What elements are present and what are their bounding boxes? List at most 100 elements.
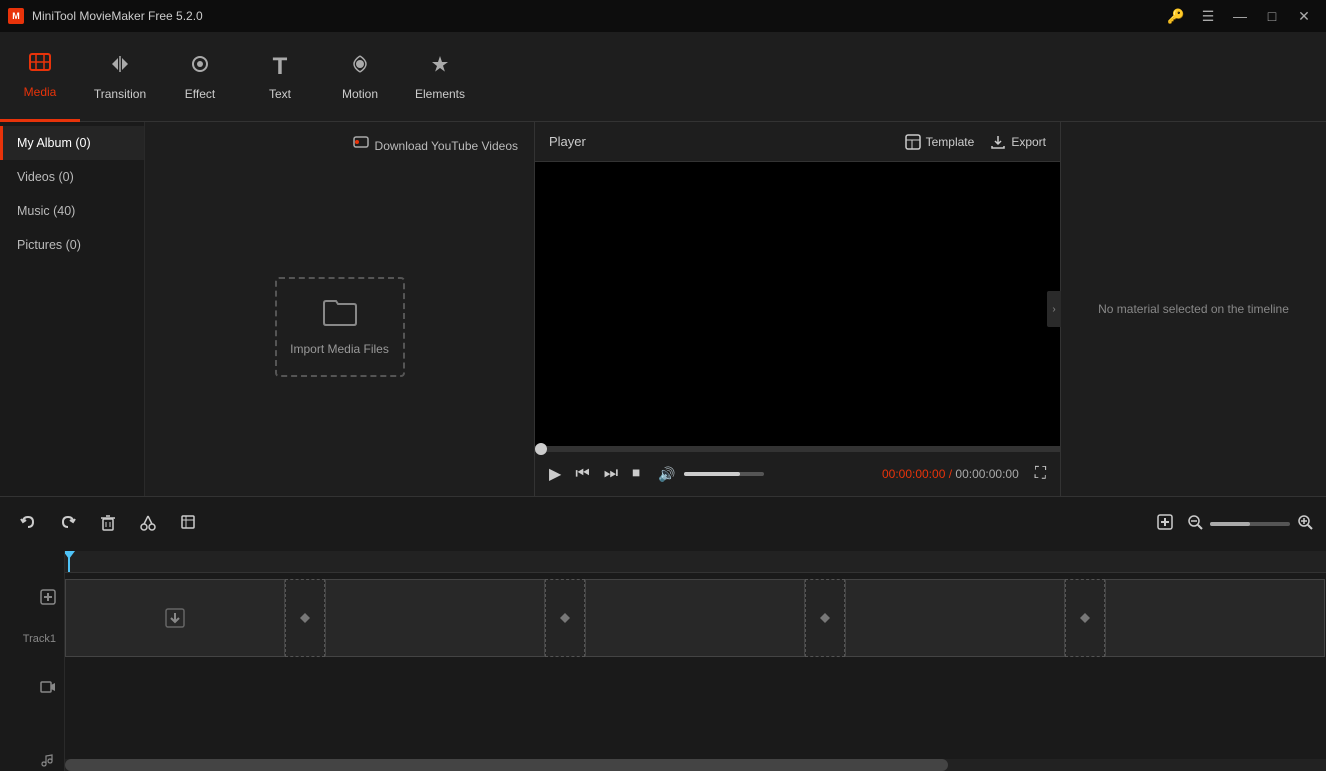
maximize-button[interactable]: □ — [1258, 2, 1286, 30]
app-logo: M — [8, 8, 24, 24]
toolbar-transition-label: Transition — [94, 87, 146, 101]
close-button[interactable]: ✕ — [1290, 2, 1318, 30]
track-video-icon — [40, 679, 56, 698]
text-icon: T — [273, 53, 288, 81]
title-bar-left: M MiniTool MovieMaker Free 5.2.0 — [8, 8, 203, 24]
sidebar: My Album (0) Videos (0) Music (40) Pictu… — [0, 122, 145, 496]
volume-fill — [684, 472, 740, 476]
track-cell-2[interactable] — [325, 579, 545, 657]
media-content: Download YouTube Videos Import Media Fil… — [145, 122, 534, 496]
player-progress[interactable] — [535, 446, 1060, 452]
import-box[interactable]: Import Media Files — [275, 277, 405, 377]
right-panel: › No material selected on the timeline — [1061, 122, 1326, 496]
player-header-right: Template Export — [905, 134, 1046, 150]
main-layout: My Album (0) Videos (0) Music (40) Pictu… — [0, 122, 1326, 496]
volume-area: 🔊 — [654, 462, 763, 487]
player-title: Player — [549, 134, 586, 149]
stop-button[interactable]: ⏹ — [628, 461, 644, 487]
time-display: 00:00:00:00 / 00:00:00:00 — [882, 467, 1019, 481]
track-transition-4[interactable] — [1065, 579, 1105, 657]
zoom-in-button[interactable] — [1296, 513, 1314, 536]
toolbar-media-label: Media — [24, 85, 57, 99]
zoom-controls — [1150, 507, 1314, 542]
transition-icon — [108, 53, 132, 81]
track-cell-5[interactable] — [1105, 579, 1325, 657]
motion-icon — [348, 53, 372, 81]
download-label: Download YouTube Videos — [375, 139, 518, 153]
timeline-scrollbar[interactable] — [65, 759, 1326, 771]
prev-button[interactable]: ⏮ — [571, 461, 593, 487]
minimize-button[interactable]: — — [1226, 2, 1254, 30]
video-viewport — [535, 162, 1060, 446]
playhead-triangle — [65, 551, 75, 559]
zoom-slider[interactable] — [1210, 522, 1290, 526]
sidebar-item-videos[interactable]: Videos (0) — [0, 160, 144, 194]
playhead[interactable] — [68, 551, 70, 572]
export-label: Export — [1011, 135, 1046, 149]
volume-slider[interactable] — [684, 472, 764, 476]
media-icon — [28, 51, 52, 79]
timeline-toolbar — [0, 496, 1326, 551]
toolbar-text-label: Text — [269, 87, 291, 101]
folder-icon — [322, 297, 358, 334]
sidebar-item-pictures[interactable]: Pictures (0) — [0, 228, 144, 262]
timeline-content — [65, 551, 1326, 771]
play-button[interactable]: ▶ — [545, 460, 565, 488]
toolbar-effect-label: Effect — [185, 87, 215, 101]
title-bar: M MiniTool MovieMaker Free 5.2.0 🔑 ☰ — □… — [0, 0, 1326, 32]
track-labels: Track1 — [0, 551, 65, 771]
track-music-icon — [40, 752, 56, 771]
fullscreen-button[interactable]: ⛶ — [1031, 461, 1050, 487]
track-cell-3[interactable] — [585, 579, 805, 657]
download-bar[interactable]: Download YouTube Videos — [153, 130, 526, 161]
toolbar-transition[interactable]: Transition — [80, 32, 160, 122]
zoom-out-button[interactable] — [1186, 513, 1204, 536]
timeline-area: Track1 — [0, 551, 1326, 771]
template-button[interactable]: Template — [905, 134, 975, 150]
toolbar-motion-label: Motion — [342, 87, 378, 101]
toolbar-effect[interactable]: Effect — [160, 32, 240, 122]
track1-label: Track1 — [0, 610, 64, 669]
volume-button[interactable]: 🔊 — [654, 462, 679, 487]
player-panel: Player Template Export ▶ ⏮ ⏭ ⏹ — [535, 122, 1061, 496]
no-material-text: No material selected on the timeline — [1078, 282, 1309, 336]
time-current: 00:00:00:00 — [882, 467, 945, 481]
undo-button[interactable] — [12, 506, 44, 543]
track-cell-1[interactable] — [65, 579, 285, 657]
track-transition-2[interactable] — [545, 579, 585, 657]
scrollbar-thumb[interactable] — [65, 759, 948, 771]
collapse-button[interactable]: › — [1047, 291, 1061, 327]
key-button[interactable]: 🔑 — [1162, 2, 1190, 30]
import-area: Import Media Files — [153, 165, 526, 488]
redo-button[interactable] — [52, 506, 84, 543]
add-clip-button[interactable] — [40, 589, 56, 610]
cut-button[interactable] — [132, 506, 164, 543]
delete-button[interactable] — [92, 506, 124, 543]
title-bar-controls: 🔑 ☰ — □ ✕ — [1162, 2, 1318, 30]
toolbar: Media Transition Effect T Text Motion El… — [0, 32, 1326, 122]
add-track-button[interactable] — [1150, 507, 1180, 542]
left-panel: My Album (0) Videos (0) Music (40) Pictu… — [0, 122, 535, 496]
player-controls: ▶ ⏮ ⏭ ⏹ 🔊 00:00:00:00 / 00:00:00:00 ⛶ — [535, 452, 1060, 496]
download-icon — [353, 136, 369, 155]
player-header: Player Template Export — [535, 122, 1060, 162]
track-cell-4[interactable] — [845, 579, 1065, 657]
elements-icon — [428, 53, 452, 81]
crop-button[interactable] — [172, 506, 204, 543]
sidebar-item-my-album[interactable]: My Album (0) — [0, 126, 144, 160]
import-label: Import Media Files — [290, 342, 389, 356]
track-transition-3[interactable] — [805, 579, 845, 657]
toolbar-media[interactable]: Media — [0, 32, 80, 122]
sidebar-item-music[interactable]: Music (40) — [0, 194, 144, 228]
toolbar-motion[interactable]: Motion — [320, 32, 400, 122]
toolbar-elements[interactable]: Elements — [400, 32, 480, 122]
track-transition-1[interactable] — [285, 579, 325, 657]
export-button[interactable]: Export — [990, 134, 1046, 150]
menu-button[interactable]: ☰ — [1194, 2, 1222, 30]
next-button[interactable]: ⏭ — [600, 461, 622, 487]
effect-icon — [188, 53, 212, 81]
audio-track — [65, 663, 1326, 713]
time-total: 00:00:00:00 — [955, 467, 1018, 481]
toolbar-text[interactable]: T Text — [240, 32, 320, 122]
timeline-ruler — [65, 551, 1326, 573]
